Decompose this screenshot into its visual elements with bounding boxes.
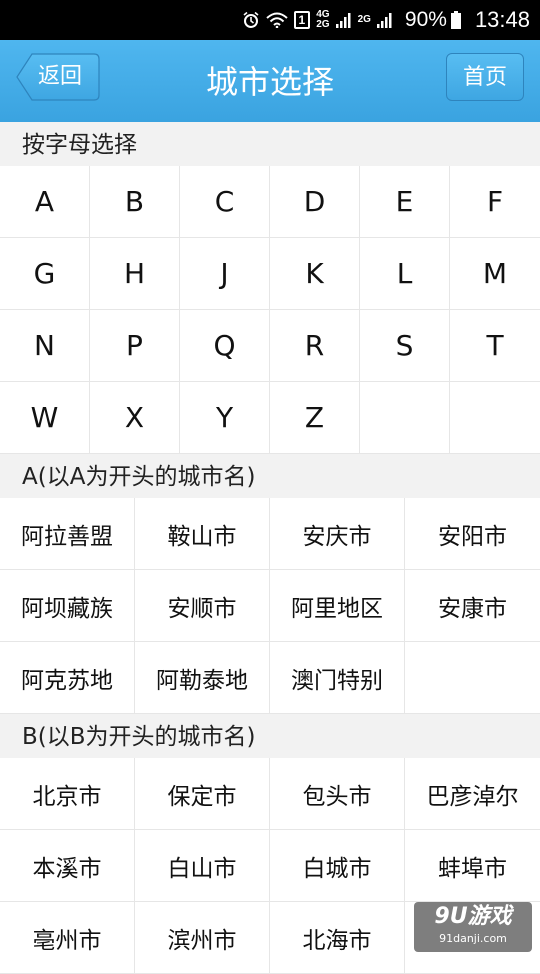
letter-c[interactable]: C: [180, 166, 270, 238]
city-item[interactable]: 白山市: [135, 830, 270, 902]
letter-empty: [450, 382, 540, 454]
letter-s[interactable]: S: [360, 310, 450, 382]
city-item[interactable]: 蚌埠市: [405, 830, 540, 902]
letter-b[interactable]: B: [90, 166, 180, 238]
letter-w[interactable]: W: [0, 382, 90, 454]
battery-percentage: 90%: [404, 8, 447, 31]
watermark-logo: 9U游戏 91danji.com: [414, 902, 532, 952]
city-item[interactable]: 北海市: [270, 902, 405, 974]
back-button-label: 返回: [38, 64, 83, 89]
battery-icon: [450, 11, 461, 29]
letter-section-title: 按字母选择: [0, 122, 540, 166]
letter-k[interactable]: K: [270, 238, 360, 310]
title-bar: 城市选择 返回 首页: [0, 40, 540, 122]
letter-q[interactable]: Q: [180, 310, 270, 382]
city-item[interactable]: 阿克苏地: [0, 642, 135, 714]
letter-g[interactable]: G: [0, 238, 90, 310]
letter-x[interactable]: X: [90, 382, 180, 454]
letter-grid: ABCDEF GHJKLM NPQRST WXYZ: [0, 166, 540, 454]
city-item[interactable]: 阿拉善盟: [0, 498, 135, 570]
letter-empty: [360, 382, 450, 454]
home-button[interactable]: 首页: [446, 53, 524, 101]
city-item[interactable]: 澳门特别: [270, 642, 405, 714]
letter-l[interactable]: L: [360, 238, 450, 310]
city-item[interactable]: 阿里地区: [270, 570, 405, 642]
city-item[interactable]: 鞍山市: [135, 498, 270, 570]
letter-z[interactable]: Z: [270, 382, 360, 454]
city-item[interactable]: 安庆市: [270, 498, 405, 570]
city-item[interactable]: 阿勒泰地: [135, 642, 270, 714]
status-icons: 1 4G 2G 2G: [242, 10, 393, 30]
letter-r[interactable]: R: [270, 310, 360, 382]
city-item[interactable]: 滨州市: [135, 902, 270, 974]
signal-bars-2-icon: [376, 13, 392, 28]
city-item[interactable]: 亳州市: [0, 902, 135, 974]
city-item[interactable]: 北京市: [0, 758, 135, 830]
letter-d[interactable]: D: [270, 166, 360, 238]
city-item[interactable]: 巴彦淖尔: [405, 758, 540, 830]
city-item[interactable]: 包头市: [270, 758, 405, 830]
letter-y[interactable]: Y: [180, 382, 270, 454]
status-bar: 1 4G 2G 2G 90% 13:48: [0, 0, 540, 40]
city-item[interactable]: 安阳市: [405, 498, 540, 570]
letter-f[interactable]: F: [450, 166, 540, 238]
letter-p[interactable]: P: [90, 310, 180, 382]
section-b-title: B(以B为开头的城市名): [0, 714, 540, 758]
network-type-2: 2G: [357, 14, 371, 25]
city-empty: [405, 642, 540, 714]
watermark-url: 91danji.com: [439, 932, 507, 945]
clock: 13:48: [474, 7, 530, 32]
letter-n[interactable]: N: [0, 310, 90, 382]
city-item[interactable]: 安康市: [405, 570, 540, 642]
network-type-icon: 4G 2G: [316, 10, 329, 30]
wifi-icon: [265, 12, 288, 28]
city-item[interactable]: 本溪市: [0, 830, 135, 902]
back-button[interactable]: 返回: [16, 53, 100, 101]
network-type-bottom: 2G: [316, 19, 330, 30]
letter-a[interactable]: A: [0, 166, 90, 238]
sim-icon: 1: [293, 11, 311, 29]
watermark-logo-text: 9U游戏: [434, 904, 512, 929]
section-a-title: A(以A为开头的城市名): [0, 454, 540, 498]
city-item[interactable]: 阿坝藏族: [0, 570, 135, 642]
letter-m[interactable]: M: [450, 238, 540, 310]
city-grid-a: 阿拉善盟 鞍山市 安庆市 安阳市阿坝藏族 安顺市 阿里地区 安康市阿克苏地 阿勒泰地 澳门特别: [0, 498, 540, 714]
signal-bars-icon: [335, 13, 351, 28]
alarm-icon: [243, 11, 259, 28]
city-item[interactable]: 安顺市: [135, 570, 270, 642]
letter-t[interactable]: T: [450, 310, 540, 382]
city-list: 按字母选择 ABCDEF GHJKLM NPQRST WXYZ A(以A为开头的城市名…: [0, 122, 540, 974]
city-item[interactable]: 保定市: [135, 758, 270, 830]
letter-j[interactable]: J: [180, 238, 270, 310]
city-item[interactable]: 白城市: [270, 830, 405, 902]
letter-e[interactable]: E: [360, 166, 450, 238]
letter-h[interactable]: H: [90, 238, 180, 310]
